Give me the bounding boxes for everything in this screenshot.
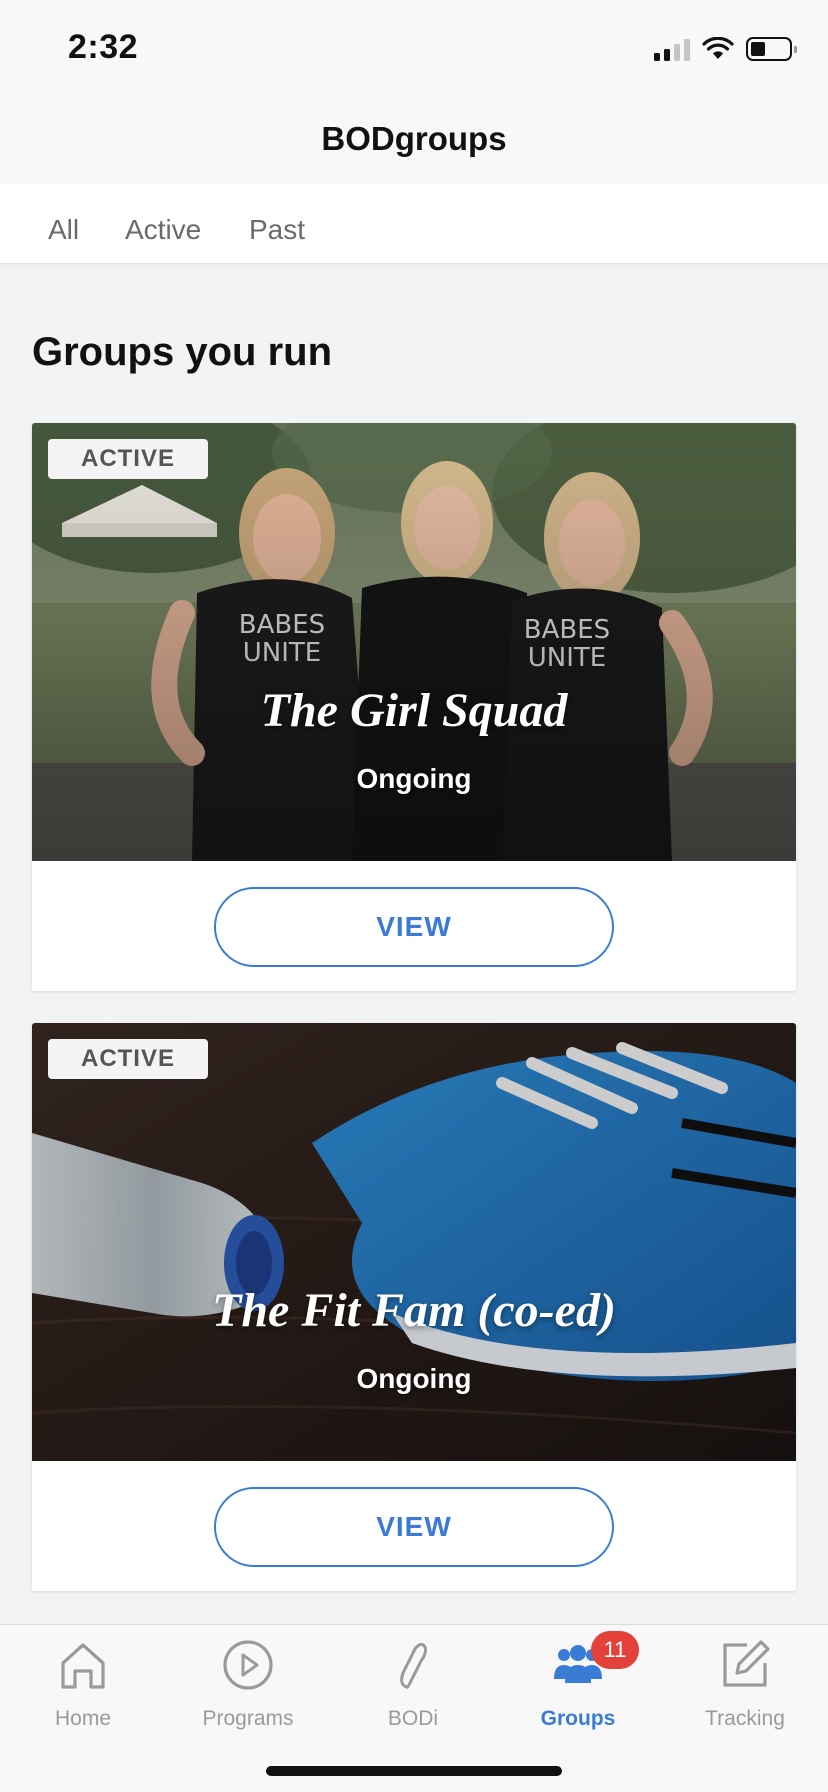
tab-label: BODi: [387, 1707, 439, 1730]
tab-label: Programs: [202, 1707, 294, 1730]
status-badge: ACTIVE: [48, 1039, 208, 1079]
tab-tracking[interactable]: Tracking: [662, 1625, 828, 1745]
tab-past[interactable]: Past: [249, 214, 305, 246]
view-button[interactable]: VIEW: [214, 887, 614, 967]
page-title: BODgroups: [321, 120, 507, 157]
status-bar: 2:32: [0, 0, 828, 96]
tab-all[interactable]: All: [48, 214, 79, 246]
group-title: The Fit Fam (co-ed): [212, 1284, 616, 1337]
status-time: 2:32: [68, 28, 139, 66]
group-subtitle: Ongoing: [356, 763, 472, 794]
home-icon: [61, 1643, 105, 1689]
cellular-signal-icon: [654, 37, 690, 61]
nav-header: BODgroups: [0, 96, 828, 184]
group-subtitle: Ongoing: [356, 1363, 472, 1394]
tab-active[interactable]: Active: [125, 214, 201, 246]
tab-home[interactable]: Home: [0, 1625, 166, 1745]
tab-label: Groups: [540, 1707, 616, 1730]
tab-label: Tracking: [705, 1707, 785, 1730]
tab-label: Home: [54, 1707, 112, 1730]
status-icons: [654, 34, 797, 64]
home-indicator: [266, 1766, 562, 1776]
section-title: Groups you run: [32, 330, 332, 374]
wifi-icon: [702, 37, 734, 59]
group-title: The Girl Squad: [260, 684, 568, 737]
tab-groups[interactable]: 11 Groups: [495, 1625, 661, 1745]
play-circle-icon: [223, 1640, 273, 1690]
group-card: BABES UNITE BABES UNITE ACTIVE The Girl …: [32, 423, 796, 991]
filter-tabs: All Active Past: [0, 184, 828, 264]
tab-bodi[interactable]: BODi: [330, 1625, 496, 1745]
group-cover-image[interactable]: [32, 1023, 796, 1461]
edit-icon: [723, 1640, 770, 1687]
bodi-logo-icon: [400, 1642, 427, 1689]
group-cover-image[interactable]: BABES UNITE BABES UNITE: [32, 423, 796, 861]
battery-icon: [746, 37, 797, 61]
view-button[interactable]: VIEW: [214, 1487, 614, 1567]
group-card: ACTIVE The Fit Fam (co-ed) Ongoing VIEW: [32, 1023, 796, 1591]
notification-badge: 11: [591, 1631, 639, 1669]
status-badge: ACTIVE: [48, 439, 208, 479]
tab-programs[interactable]: Programs: [165, 1625, 331, 1745]
